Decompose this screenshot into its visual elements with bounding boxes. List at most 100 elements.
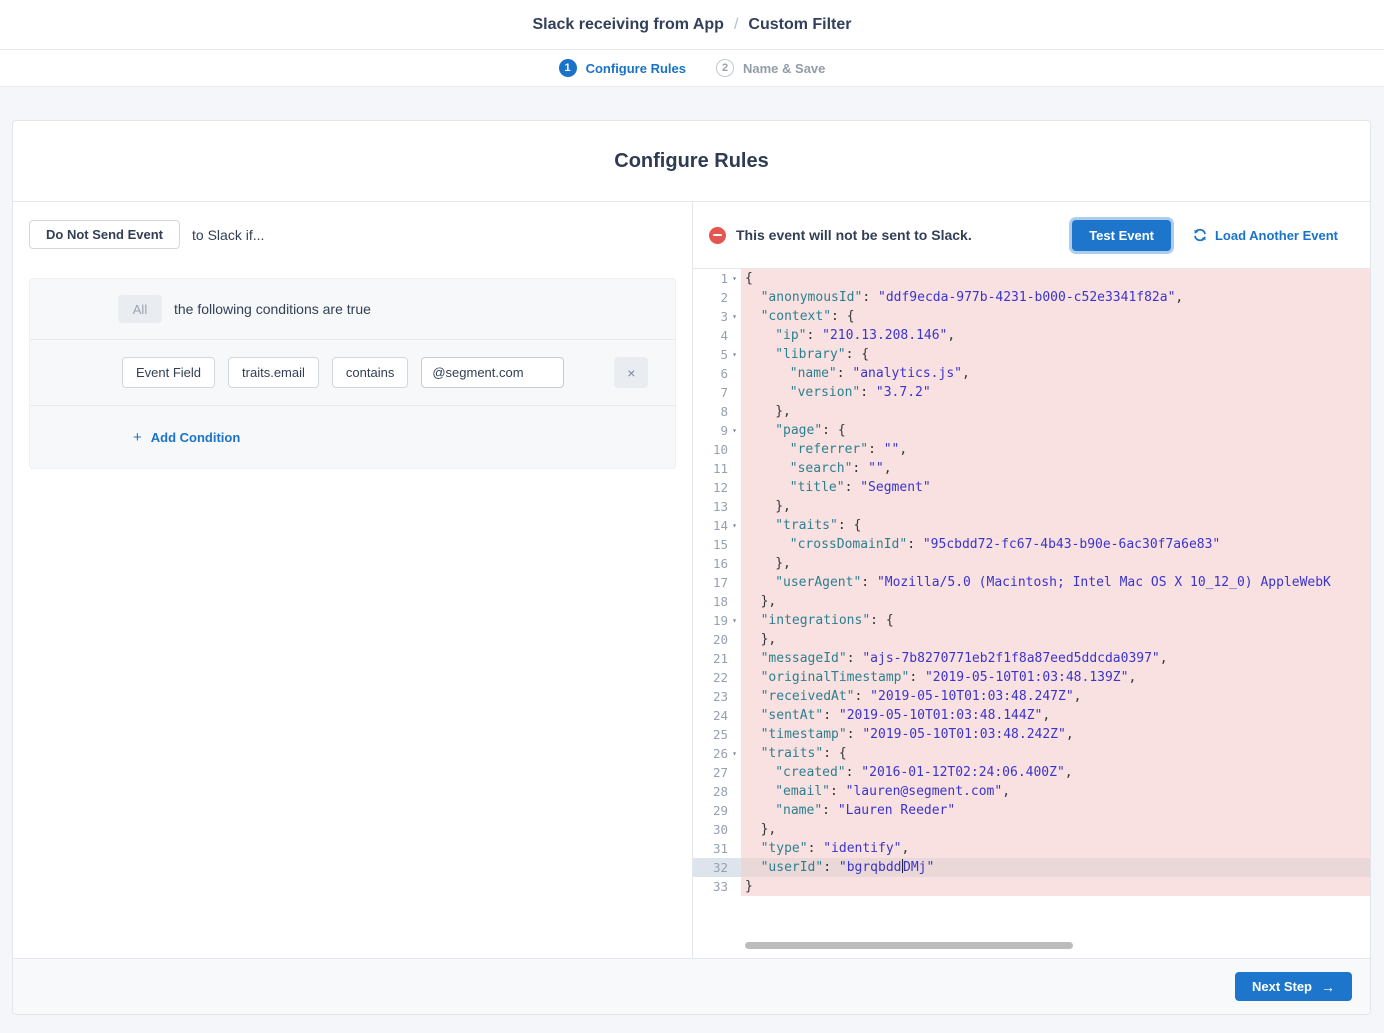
line-number: 21 — [693, 649, 741, 668]
code-line[interactable]: 16}, — [693, 554, 1370, 573]
code-line[interactable]: 24"sentAt": "2019-05-10T01:03:48.144Z", — [693, 706, 1370, 725]
line-number: 15 — [693, 535, 741, 554]
condition-value-input[interactable] — [421, 357, 564, 388]
fold-arrow-icon[interactable]: ▾ — [728, 611, 741, 630]
code-line[interactable]: 11"search": "", — [693, 459, 1370, 478]
code-line[interactable]: 4"ip": "210.13.208.146", — [693, 326, 1370, 345]
field-path-dropdown[interactable]: traits.email — [228, 357, 319, 388]
code-line[interactable]: 1▾{ — [693, 269, 1370, 288]
line-number: 7 — [693, 383, 741, 402]
code-line[interactable]: 32"userId": "bgrqbddDMj" — [693, 858, 1370, 877]
line-number: 25 — [693, 725, 741, 744]
code-line[interactable]: 20}, — [693, 630, 1370, 649]
line-number: 33 — [693, 877, 741, 896]
code-line[interactable]: 21"messageId": "ajs-7b8270771eb2f1f8a87e… — [693, 649, 1370, 668]
arrow-right-icon: → — [1321, 980, 1335, 994]
code-line[interactable]: 13}, — [693, 497, 1370, 516]
code-line[interactable]: 9▾"page": { — [693, 421, 1370, 440]
line-number: 9▾ — [693, 421, 741, 440]
line-number: 13 — [693, 497, 741, 516]
line-number: 2 — [693, 288, 741, 307]
fold-arrow-icon[interactable]: ▾ — [728, 307, 741, 326]
match-mode-chip[interactable]: All — [118, 295, 162, 323]
code-line[interactable]: 30}, — [693, 820, 1370, 839]
fold-arrow-icon[interactable]: ▾ — [728, 744, 741, 763]
step-2-circle: 2 — [716, 59, 734, 77]
fold-arrow-icon[interactable]: ▾ — [728, 516, 741, 535]
fold-arrow-icon[interactable]: ▾ — [728, 345, 741, 364]
breadcrumb-primary[interactable]: Slack receiving from App — [532, 16, 723, 34]
preview-header: This event will not be sent to Slack. Te… — [693, 202, 1370, 269]
code-line[interactable]: 23"receivedAt": "2019-05-10T01:03:48.247… — [693, 687, 1370, 706]
code-line[interactable]: 27"created": "2016-01-12T02:24:06.400Z", — [693, 763, 1370, 782]
event-action-dropdown[interactable]: Do Not Send Event — [29, 220, 180, 249]
code-line[interactable]: 25"timestamp": "2019-05-10T01:03:48.242Z… — [693, 725, 1370, 744]
load-another-event-button[interactable]: Load Another Event — [1193, 228, 1338, 243]
code-line[interactable]: 7"version": "3.7.2" — [693, 383, 1370, 402]
line-number: 5▾ — [693, 345, 741, 364]
code-lines: 1▾{2"anonymousId": "ddf9ecda-977b-4231-b… — [693, 269, 1370, 896]
next-step-label: Next Step — [1252, 979, 1312, 994]
line-number: 1▾ — [693, 269, 741, 288]
stepper: 1 Configure Rules 2 Name & Save — [0, 50, 1384, 87]
line-number: 32 — [693, 858, 741, 877]
next-step-button[interactable]: Next Step → — [1235, 972, 1352, 1001]
line-number: 3▾ — [693, 307, 741, 326]
match-mode-text: the following conditions are true — [174, 301, 371, 317]
code-line[interactable]: 5▾"library": { — [693, 345, 1370, 364]
step-1-circle: 1 — [559, 59, 577, 77]
step-configure-rules[interactable]: 1 Configure Rules — [559, 59, 686, 77]
remove-condition-button[interactable]: × — [614, 357, 648, 388]
filter-builder-panel: Do Not Send Event to Slack if... All the… — [13, 202, 693, 958]
code-line[interactable]: 26▾"traits": { — [693, 744, 1370, 763]
code-line[interactable]: 15"crossDomainId": "95cbdd72-fc67-4b43-b… — [693, 535, 1370, 554]
field-type-dropdown[interactable]: Event Field — [122, 357, 215, 388]
card-footer: Next Step → — [13, 958, 1370, 1014]
code-line[interactable]: 29"name": "Lauren Reeder" — [693, 801, 1370, 820]
condition-row: Event Field traits.email contains × — [30, 340, 675, 406]
line-number: 29 — [693, 801, 741, 820]
line-number: 23 — [693, 687, 741, 706]
code-line[interactable]: 3▾"context": { — [693, 307, 1370, 326]
code-line[interactable]: 10"referrer": "", — [693, 440, 1370, 459]
code-line[interactable]: 33} — [693, 877, 1370, 896]
filter-suffix-text: to Slack if... — [192, 227, 264, 243]
add-condition-label: Add Condition — [151, 430, 241, 445]
line-number: 18 — [693, 592, 741, 611]
line-number: 24 — [693, 706, 741, 725]
line-number: 20 — [693, 630, 741, 649]
load-another-event-label: Load Another Event — [1215, 228, 1338, 243]
code-line[interactable]: 17"userAgent": "Mozilla/5.0 (Macintosh; … — [693, 573, 1370, 592]
code-line[interactable]: 2"anonymousId": "ddf9ecda-977b-4231-b000… — [693, 288, 1370, 307]
line-number: 4 — [693, 326, 741, 345]
fold-arrow-icon[interactable]: ▾ — [728, 421, 741, 440]
test-event-button[interactable]: Test Event — [1072, 220, 1171, 251]
line-number: 19▾ — [693, 611, 741, 630]
step-1-label: Configure Rules — [586, 61, 686, 76]
line-number: 14▾ — [693, 516, 741, 535]
line-number: 30 — [693, 820, 741, 839]
status-message: This event will not be sent to Slack. — [736, 227, 1072, 243]
panels: Do Not Send Event to Slack if... All the… — [13, 201, 1370, 958]
operator-dropdown[interactable]: contains — [332, 357, 408, 388]
code-line[interactable]: 12"title": "Segment" — [693, 478, 1370, 497]
code-line[interactable]: 31"type": "identify", — [693, 839, 1370, 858]
breadcrumb-separator: / — [734, 16, 738, 34]
plus-icon: + — [133, 430, 142, 445]
add-condition-button[interactable]: + Add Condition — [133, 430, 240, 445]
code-line[interactable]: 18}, — [693, 592, 1370, 611]
fold-arrow-icon[interactable]: ▾ — [728, 269, 741, 288]
step-2-label: Name & Save — [743, 61, 825, 76]
line-number: 8 — [693, 402, 741, 421]
json-code-editor[interactable]: 1▾{2"anonymousId": "ddf9ecda-977b-4231-b… — [693, 269, 1370, 958]
code-line[interactable]: 19▾"integrations": { — [693, 611, 1370, 630]
horizontal-scrollbar[interactable] — [745, 942, 1073, 949]
code-line[interactable]: 14▾"traits": { — [693, 516, 1370, 535]
code-line[interactable]: 22"originalTimestamp": "2019-05-10T01:03… — [693, 668, 1370, 687]
code-line[interactable]: 28"email": "lauren@segment.com", — [693, 782, 1370, 801]
code-line[interactable]: 8}, — [693, 402, 1370, 421]
blocked-icon — [709, 227, 726, 244]
close-icon: × — [627, 365, 635, 381]
step-name-save[interactable]: 2 Name & Save — [716, 59, 825, 77]
code-line[interactable]: 6"name": "analytics.js", — [693, 364, 1370, 383]
